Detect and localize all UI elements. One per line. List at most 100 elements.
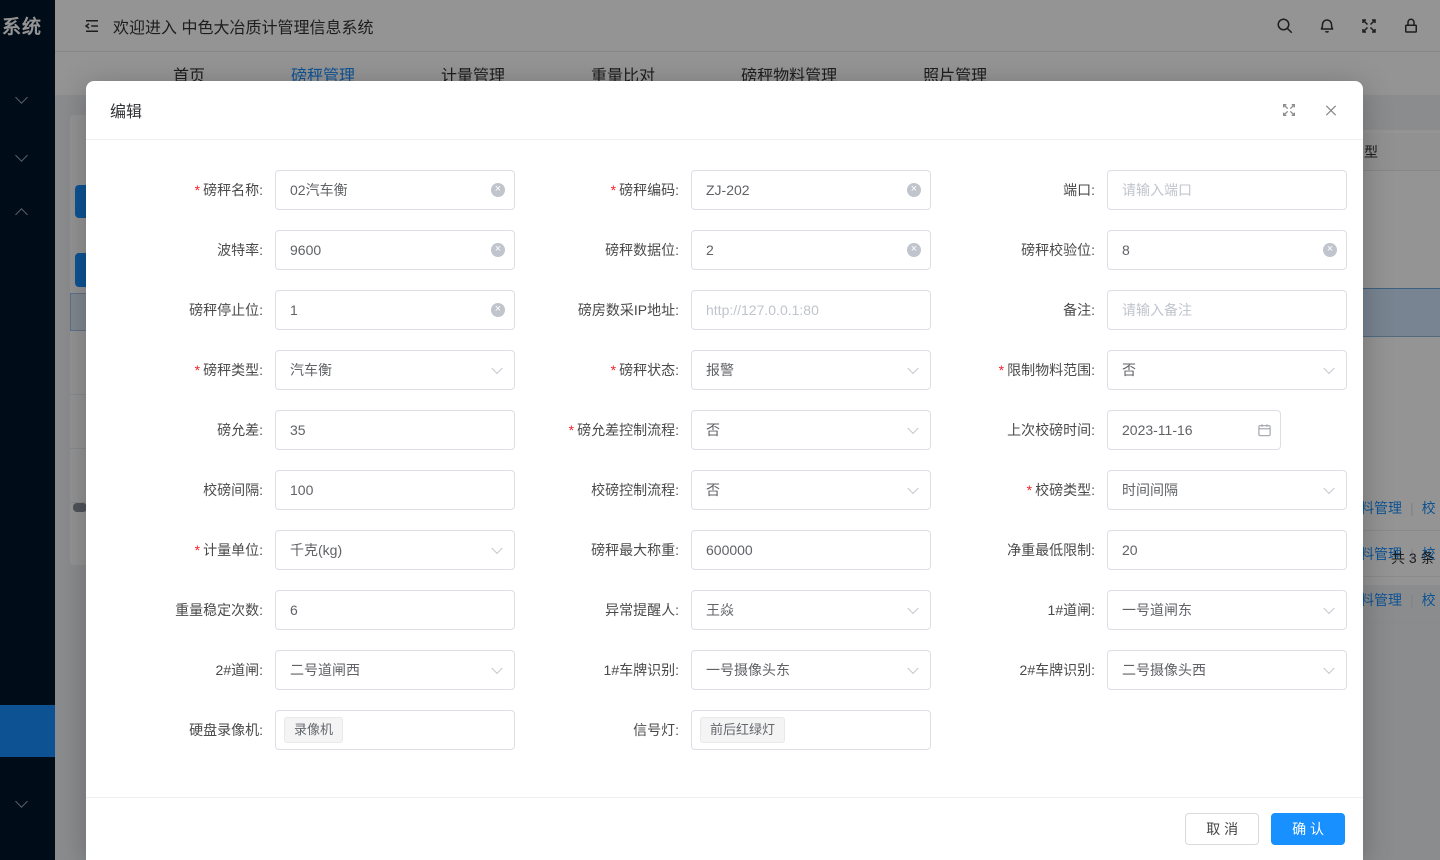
- chevron-down-icon: [1323, 483, 1334, 494]
- material-limit-select[interactable]: 否: [1107, 350, 1347, 390]
- form-item: *磅秤状态: 报警: [526, 340, 942, 400]
- signal-light-label: 信号灯:: [526, 720, 691, 740]
- form-item: *磅秤编码: ×: [526, 160, 942, 220]
- scale-type-select[interactable]: 汽车衡: [275, 350, 515, 390]
- min-net-weight-field: [1107, 530, 1347, 570]
- remark-field: [1107, 290, 1347, 330]
- plate-cam-1-label: 1#车牌识别:: [526, 660, 691, 680]
- clear-icon[interactable]: ×: [491, 243, 505, 257]
- required-asterisk: *: [611, 362, 616, 378]
- unit-select[interactable]: 千克(kg): [275, 530, 515, 570]
- clear-icon[interactable]: ×: [1323, 243, 1337, 257]
- clear-icon[interactable]: ×: [907, 243, 921, 257]
- scale-code-field: ×: [691, 170, 931, 210]
- scale-status-select[interactable]: 报警: [691, 350, 931, 390]
- stable-times-label: 重量稳定次数:: [110, 600, 275, 620]
- scale-status-selected-value: 报警: [706, 360, 734, 380]
- stable-times-input[interactable]: [275, 590, 515, 630]
- confirm-button[interactable]: 确 认: [1271, 813, 1345, 845]
- stop-bits-input[interactable]: [275, 290, 515, 330]
- clear-icon[interactable]: ×: [491, 183, 505, 197]
- alert-person-label: 异常提醒人:: [526, 600, 691, 620]
- scale-name-input[interactable]: [275, 170, 515, 210]
- chevron-down-icon: [1323, 363, 1334, 374]
- tolerance-flow-label: *磅允差控制流程:: [526, 420, 691, 440]
- plate-cam-2-selected-value: 二号摄像头西: [1122, 660, 1206, 680]
- material-limit-selected-value: 否: [1122, 360, 1136, 380]
- chevron-down-icon: [907, 663, 918, 674]
- clear-icon[interactable]: ×: [907, 183, 921, 197]
- signal-light-tags-field[interactable]: 前后红绿灯: [691, 710, 931, 750]
- data-bits-label: 磅秤数据位:: [526, 240, 691, 260]
- scale-code-label: *磅秤编码:: [526, 180, 691, 200]
- scale-type-label: *磅秤类型:: [110, 360, 275, 380]
- form-item: *校磅类型:时间间隔: [942, 460, 1358, 520]
- gate-1-label: 1#道闸:: [942, 600, 1107, 620]
- plate-cam-2-select[interactable]: 二号摄像头西: [1107, 650, 1347, 690]
- stable-times-field: [275, 590, 515, 630]
- port-label: 端口:: [942, 180, 1107, 200]
- baud-rate-input[interactable]: [275, 230, 515, 270]
- scale-status-label: *磅秤状态:: [526, 360, 691, 380]
- form-item: 1#车牌识别:一号摄像头东: [526, 640, 942, 700]
- chevron-down-icon: [907, 423, 918, 434]
- gate-2-select[interactable]: 二号道闸西: [275, 650, 515, 690]
- cancel-button[interactable]: 取 消: [1185, 813, 1259, 845]
- check-interval-label: 校磅间隔:: [110, 480, 275, 500]
- check-type-select[interactable]: 时间间隔: [1107, 470, 1347, 510]
- check-flow-select[interactable]: 否: [691, 470, 931, 510]
- check-interval-input[interactable]: [275, 470, 515, 510]
- required-asterisk: *: [195, 182, 200, 198]
- data-bits-field: ×: [691, 230, 931, 270]
- alert-person-select[interactable]: 王焱: [691, 590, 931, 630]
- dialog-footer: 取 消 确 认: [86, 797, 1363, 860]
- check-bits-input[interactable]: [1107, 230, 1347, 270]
- chevron-down-icon: [1323, 663, 1334, 674]
- data-ip-field: [691, 290, 931, 330]
- remark-input[interactable]: [1107, 290, 1347, 330]
- close-icon[interactable]: [1323, 102, 1339, 118]
- last-check-time-input[interactable]: [1107, 410, 1281, 450]
- form-item: 2#车牌识别:二号摄像头西: [942, 640, 1358, 700]
- baud-rate-label: 波特率:: [110, 240, 275, 260]
- dvr-tag: 录像机: [284, 717, 343, 743]
- clear-icon[interactable]: ×: [491, 303, 505, 317]
- tolerance-label: 磅允差:: [110, 420, 275, 440]
- edit-dialog: 编辑 *磅秤名称:×*磅秤编码:×端口:波特率:×磅秤数据位:×磅秤校验位:×磅…: [86, 81, 1363, 860]
- unit-selected-value: 千克(kg): [290, 540, 342, 560]
- plate-cam-1-select[interactable]: 一号摄像头东: [691, 650, 931, 690]
- form-item: *限制物料范围:否: [942, 340, 1358, 400]
- max-weight-input[interactable]: [691, 530, 931, 570]
- chevron-down-icon: [491, 543, 502, 554]
- data-bits-input[interactable]: [691, 230, 931, 270]
- form-item: 硬盘录像机:录像机: [110, 700, 526, 760]
- tolerance-flow-select[interactable]: 否: [691, 410, 931, 450]
- check-flow-label: 校磅控制流程:: [526, 480, 691, 500]
- check-type-label: *校磅类型:: [942, 480, 1107, 500]
- chevron-down-icon: [491, 363, 502, 374]
- max-weight-field: [691, 530, 931, 570]
- form-item: 校磅控制流程:否: [526, 460, 942, 520]
- gate-1-select[interactable]: 一号道闸东: [1107, 590, 1347, 630]
- form-item: 磅房数采IP地址:: [526, 280, 942, 340]
- scale-code-input[interactable]: [691, 170, 931, 210]
- form-item: *磅允差控制流程: 否: [526, 400, 942, 460]
- form-item: 波特率: ×: [110, 220, 526, 280]
- required-asterisk: *: [1027, 482, 1032, 498]
- chevron-down-icon: [907, 483, 918, 494]
- check-bits-field: ×: [1107, 230, 1347, 270]
- gate-2-label: 2#道闸:: [110, 660, 275, 680]
- port-input[interactable]: [1107, 170, 1347, 210]
- form-item: 磅秤最大称重:: [526, 520, 942, 580]
- max-weight-label: 磅秤最大称重:: [526, 540, 691, 560]
- baud-rate-field: ×: [275, 230, 515, 270]
- expand-icon[interactable]: [1281, 102, 1297, 118]
- min-net-weight-input[interactable]: [1107, 530, 1347, 570]
- dialog-body: *磅秤名称:×*磅秤编码:×端口:波特率:×磅秤数据位:×磅秤校验位:×磅秤停止…: [86, 140, 1363, 797]
- tolerance-flow-selected-value: 否: [706, 420, 720, 440]
- dvr-tags-field[interactable]: 录像机: [275, 710, 515, 750]
- app-root: 系统 欢迎进入 中色大冶质计管理信息系统: [0, 0, 1440, 860]
- tolerance-input[interactable]: [275, 410, 515, 450]
- form-item: *磅秤类型:汽车衡: [110, 340, 526, 400]
- data-ip-input[interactable]: [691, 290, 931, 330]
